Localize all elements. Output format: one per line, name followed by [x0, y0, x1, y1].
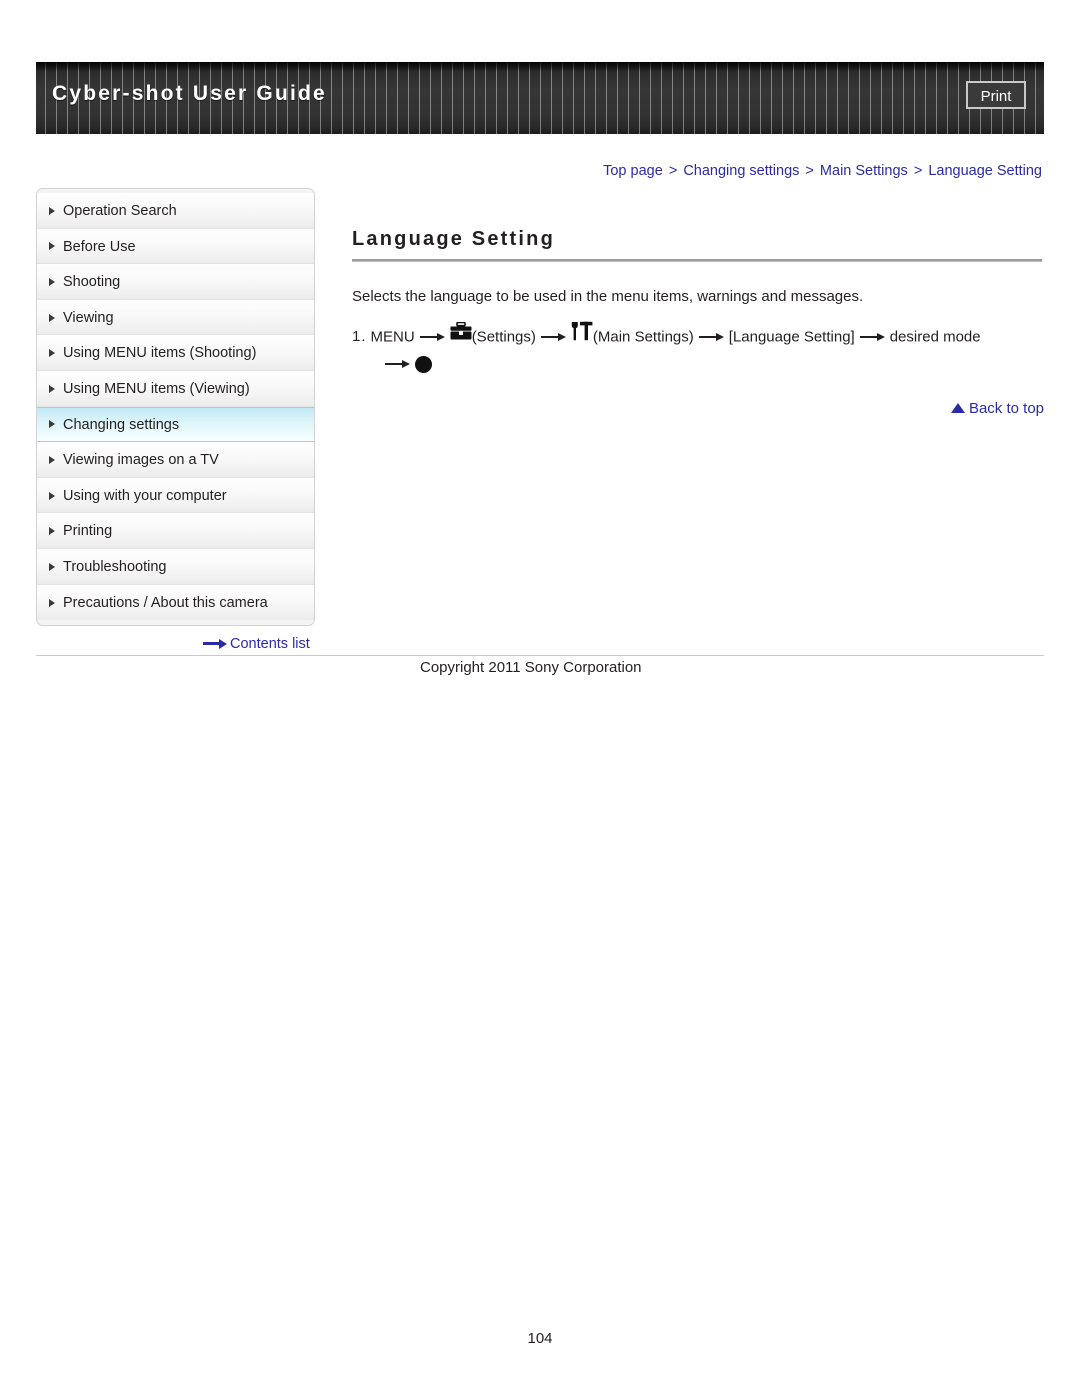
arrow-right-icon — [698, 332, 724, 342]
page-title: Language Setting — [352, 228, 555, 250]
chevron-right-icon — [49, 242, 55, 251]
breadcrumb-separator: > — [805, 163, 814, 179]
breadcrumb-item-main-settings[interactable]: Main Settings — [820, 163, 908, 179]
arrow-right-icon — [419, 332, 445, 342]
settings-label: (Settings) — [471, 328, 536, 346]
sidebar-item-printing[interactable]: Printing — [37, 513, 314, 549]
triangle-up-icon — [950, 403, 965, 414]
step-number: 1. — [352, 328, 367, 346]
sidebar-navigation: Operation Search Before Use Shooting Vie… — [36, 188, 315, 627]
sidebar-item-viewing[interactable]: Viewing — [37, 299, 314, 336]
sidebar-item-label: Printing — [63, 523, 113, 540]
arrow-right-icon — [859, 332, 885, 342]
copyright-notice: Copyright 2011 Sony Corporation — [420, 659, 642, 676]
breadcrumb-separator: > — [913, 163, 923, 179]
chevron-right-icon — [49, 349, 55, 358]
sidebar-item-using-with-your-computer[interactable]: Using with your computer — [37, 477, 314, 514]
chevron-right-icon — [49, 491, 55, 500]
sidebar-item-shooting[interactable]: Shooting — [37, 264, 314, 300]
sidebar-item-operation-search[interactable]: Operation Search — [37, 193, 314, 229]
sidebar-item-label: Using with your computer — [63, 487, 227, 504]
arrow-right-icon — [203, 638, 227, 649]
site-title: Cyber-shot User Guide — [52, 82, 327, 105]
wrench-hammer-main-settings-icon — [571, 321, 593, 350]
breadcrumb: Top page > Changing settings > Main Sett… — [603, 163, 1042, 179]
sidebar-item-label: Operation Search — [63, 203, 177, 219]
sidebar-item-changing-settings[interactable]: Changing settings — [37, 406, 314, 443]
title-divider — [352, 259, 1042, 262]
contents-list-link[interactable]: Contents list — [203, 636, 310, 652]
sidebar-item-label: Using MENU items (Shooting) — [63, 345, 257, 362]
center-button-icon — [415, 355, 432, 373]
sidebar-item-using-menu-items-shooting[interactable]: Using MENU items (Shooting) — [37, 335, 314, 371]
sidebar-item-label: Changing settings — [63, 416, 180, 433]
page-number: 104 — [527, 1330, 553, 1347]
sidebar-item-label: Before Use — [63, 238, 136, 255]
sidebar-item-label: Shooting — [63, 274, 121, 291]
arrow-right-icon — [540, 332, 566, 342]
breadcrumb-item-top-page[interactable]: Top page — [603, 163, 663, 179]
sidebar-item-viewing-images-on-a-tv[interactable]: Viewing images on a TV — [37, 442, 314, 478]
sidebar-item-label: Viewing images on a TV — [63, 452, 219, 469]
chevron-right-icon — [49, 277, 55, 286]
intro-paragraph: Selects the language to be used in the m… — [352, 288, 864, 305]
desired-mode-label: desired mode — [889, 328, 981, 346]
chevron-right-icon — [49, 313, 55, 322]
main-content: Language Setting Selects the language to… — [352, 228, 1044, 417]
sidebar-item-using-menu-items-viewing[interactable]: Using MENU items (Viewing) — [37, 370, 314, 407]
main-settings-label: (Main Settings) — [592, 328, 694, 346]
footer-divider — [36, 655, 1044, 656]
chevron-right-icon — [49, 527, 55, 536]
language-setting-bracket-label: [Language Setting] — [728, 328, 855, 346]
step-line-1: 1. MENU (Settings) (Main Settings) [Language… — [352, 321, 1044, 352]
arrow-right-icon — [385, 359, 410, 369]
breadcrumb-separator: > — [668, 163, 678, 179]
print-button[interactable]: Print — [966, 81, 1026, 109]
sidebar-item-label: Precautions / About this camera — [63, 594, 268, 611]
chevron-right-icon — [49, 455, 55, 464]
chevron-right-icon — [49, 206, 55, 215]
chevron-right-icon — [49, 598, 55, 607]
sidebar-item-label: Using MENU items (Viewing) — [63, 380, 250, 397]
sidebar-item-label: Viewing — [63, 309, 114, 326]
breadcrumb-item-language-setting[interactable]: Language Setting — [928, 163, 1042, 179]
sidebar-item-before-use[interactable]: Before Use — [37, 228, 314, 265]
sidebar-item-precautions-about-this-camera[interactable]: Precautions / About this camera — [37, 584, 314, 621]
sidebar-item-label: Troubleshooting — [63, 558, 167, 575]
step-line-2 — [352, 352, 1044, 378]
breadcrumb-item-changing-settings[interactable]: Changing settings — [683, 163, 799, 179]
chevron-right-icon — [49, 384, 55, 393]
back-to-top-link[interactable]: Back to top — [950, 400, 1044, 417]
site-header-banner: Cyber-shot User Guide Print — [36, 62, 1044, 134]
back-to-top-label: Back to top — [968, 400, 1044, 417]
contents-list-label: Contents list — [230, 636, 310, 652]
toolbox-settings-icon — [450, 321, 472, 349]
sidebar-item-troubleshooting[interactable]: Troubleshooting — [37, 548, 314, 585]
chevron-right-icon — [49, 420, 55, 429]
chevron-right-icon — [49, 562, 55, 571]
menu-label: MENU — [370, 328, 415, 346]
